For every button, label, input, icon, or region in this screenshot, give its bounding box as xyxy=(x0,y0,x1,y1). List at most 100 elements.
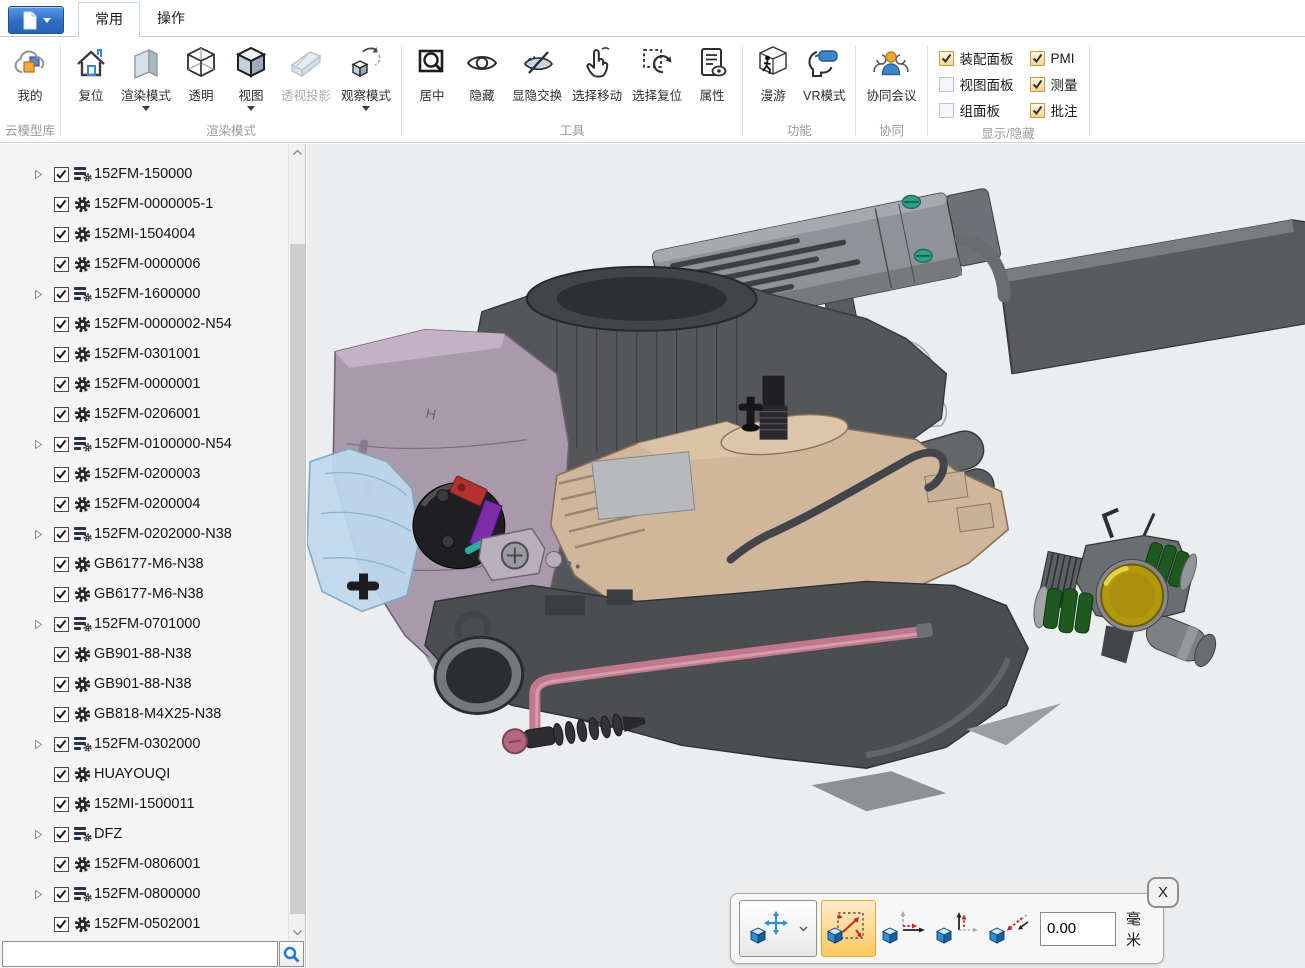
tree-item[interactable]: 152FM-0502001 xyxy=(0,909,288,939)
render-mode-button[interactable]: 渲染模式 xyxy=(116,39,176,111)
panel-toggle-2[interactable]: 组面板 xyxy=(939,97,1014,123)
hide-button[interactable]: 隐藏 xyxy=(457,39,507,104)
tree-checkbox[interactable] xyxy=(54,617,71,632)
observe-mode-button[interactable]: 观察模式 xyxy=(336,39,396,111)
tree-item[interactable]: 152FM-0200003 xyxy=(0,459,288,489)
panel-toggle-4[interactable]: 测量 xyxy=(1030,71,1078,97)
checkbox-icon[interactable] xyxy=(1030,77,1045,92)
tree-checkbox[interactable] xyxy=(54,827,71,842)
tree-item[interactable]: 152FM-1600000 xyxy=(0,279,288,309)
reset-view-button[interactable]: 复位 xyxy=(66,39,116,104)
checkbox-icon[interactable] xyxy=(939,77,954,92)
tree-item[interactable]: GB6177-M6-N38 xyxy=(0,579,288,609)
my-models-button[interactable]: 我的 xyxy=(5,39,55,104)
tree-checkbox[interactable] xyxy=(54,857,71,872)
3d-viewport-scene[interactable]: H xyxy=(307,144,1305,968)
expand-arrow-icon[interactable] xyxy=(34,889,54,900)
tree-item[interactable]: 152MI-1504004 xyxy=(0,219,288,249)
tree-checkbox[interactable] xyxy=(54,557,71,572)
toolbar-close-button[interactable]: X xyxy=(1147,877,1179,908)
axis-y-tool-button[interactable] xyxy=(933,900,982,957)
scrollbar-thumb[interactable] xyxy=(290,244,305,914)
properties-button[interactable]: 属性 xyxy=(687,39,737,104)
search-input[interactable] xyxy=(2,941,278,967)
meeting-button[interactable]: 协同会议 xyxy=(861,39,921,104)
view-button[interactable]: 视图 xyxy=(226,39,276,111)
expand-arrow-icon[interactable] xyxy=(34,619,54,630)
tree-checkbox[interactable] xyxy=(54,257,71,272)
checkbox-icon[interactable] xyxy=(939,51,954,66)
expand-arrow-icon[interactable] xyxy=(34,529,54,540)
tree-item[interactable]: HUAYOUQI xyxy=(0,759,288,789)
tree-item[interactable]: 152FM-0000005-1 xyxy=(0,189,288,219)
tree-item[interactable]: GB901-88-N38 xyxy=(0,669,288,699)
expand-arrow-icon[interactable] xyxy=(34,439,54,450)
axis-x-tool-button[interactable] xyxy=(880,900,929,957)
3d-viewport[interactable]: H xyxy=(307,144,1305,968)
tree-item[interactable]: 152FM-0202000-N38 xyxy=(0,519,288,549)
tree-checkbox[interactable] xyxy=(54,707,71,722)
tree-item[interactable]: 152FM-0800000 xyxy=(0,879,288,909)
tree-checkbox[interactable] xyxy=(54,407,71,422)
tree-item[interactable]: GB901-88-N38 xyxy=(0,639,288,669)
scroll-down-icon[interactable] xyxy=(289,924,305,940)
select-reset-button[interactable]: 选择复位 xyxy=(627,39,687,104)
walkthrough-button[interactable]: 漫游 xyxy=(748,39,798,104)
tree-checkbox[interactable] xyxy=(54,377,71,392)
tree-item[interactable]: 152FM-0000006 xyxy=(0,249,288,279)
visibility-swap-button[interactable]: 显隐交换 xyxy=(507,39,567,104)
tree-item[interactable]: 152MI-1500011 xyxy=(0,789,288,819)
checkbox-icon[interactable] xyxy=(939,103,954,118)
tree-checkbox[interactable] xyxy=(54,917,71,932)
distance-input[interactable] xyxy=(1040,912,1116,946)
tree-checkbox[interactable] xyxy=(54,677,71,692)
tree-scrollbar[interactable] xyxy=(288,144,305,940)
tree-checkbox[interactable] xyxy=(54,497,71,512)
tab-operation[interactable]: 操作 xyxy=(140,1,202,36)
expand-arrow-icon[interactable] xyxy=(34,829,54,840)
panel-toggle-1[interactable]: 视图面板 xyxy=(939,71,1014,97)
tree-checkbox[interactable] xyxy=(54,647,71,662)
tree-item[interactable]: GB818-M4X25-N38 xyxy=(0,699,288,729)
expand-arrow-icon[interactable] xyxy=(34,289,54,300)
tree-checkbox[interactable] xyxy=(54,317,71,332)
tree-item[interactable]: 152FM-0206001 xyxy=(0,399,288,429)
transparent-button[interactable]: 透明 xyxy=(176,39,226,104)
checkbox-icon[interactable] xyxy=(1030,51,1045,66)
scroll-up-icon[interactable] xyxy=(289,144,305,160)
tree-checkbox[interactable] xyxy=(54,227,71,242)
translate-tool-button[interactable] xyxy=(739,900,817,957)
tree-item[interactable]: 152FM-0200004 xyxy=(0,489,288,519)
tree-item[interactable]: 152FM-0000002-N54 xyxy=(0,309,288,339)
tree-checkbox[interactable] xyxy=(54,167,71,182)
tree-checkbox[interactable] xyxy=(54,887,71,902)
panel-toggle-0[interactable]: 装配面板 xyxy=(939,45,1014,71)
tree-item[interactable]: DFZ xyxy=(0,819,288,849)
tree-item[interactable]: 152FM-0806001 xyxy=(0,849,288,879)
panel-toggle-3[interactable]: PMI xyxy=(1030,45,1078,71)
tree-item[interactable]: 152FM-0701000 xyxy=(0,609,288,639)
tree-checkbox[interactable] xyxy=(54,587,71,602)
tree-checkbox[interactable] xyxy=(54,797,71,812)
free-drag-tool-button[interactable] xyxy=(821,900,876,957)
tree-checkbox[interactable] xyxy=(54,467,71,482)
vr-mode-button[interactable]: VR模式 xyxy=(798,39,850,104)
tree-checkbox[interactable] xyxy=(54,737,71,752)
select-move-button[interactable]: 选择移动 xyxy=(567,39,627,104)
tree-checkbox[interactable] xyxy=(54,767,71,782)
search-button[interactable] xyxy=(279,941,304,967)
tree-checkbox[interactable] xyxy=(54,287,71,302)
center-button[interactable]: 居中 xyxy=(407,39,457,104)
tree-item[interactable]: 152FM-0100000-N54 xyxy=(0,429,288,459)
plate-part[interactable] xyxy=(592,452,695,520)
tree-checkbox[interactable] xyxy=(54,437,71,452)
tree-checkbox[interactable] xyxy=(54,527,71,542)
axis-z-tool-button[interactable] xyxy=(987,900,1036,957)
tree-item[interactable]: 152FM-0301001 xyxy=(0,339,288,369)
tree-item[interactable]: 152FM-150000 xyxy=(0,159,288,189)
tree-checkbox[interactable] xyxy=(54,347,71,362)
tree-item[interactable]: 152FM-0000001 xyxy=(0,369,288,399)
checkbox-icon[interactable] xyxy=(1030,103,1045,118)
expand-arrow-icon[interactable] xyxy=(34,169,54,180)
tree-item[interactable]: GB6177-M6-N38 xyxy=(0,549,288,579)
